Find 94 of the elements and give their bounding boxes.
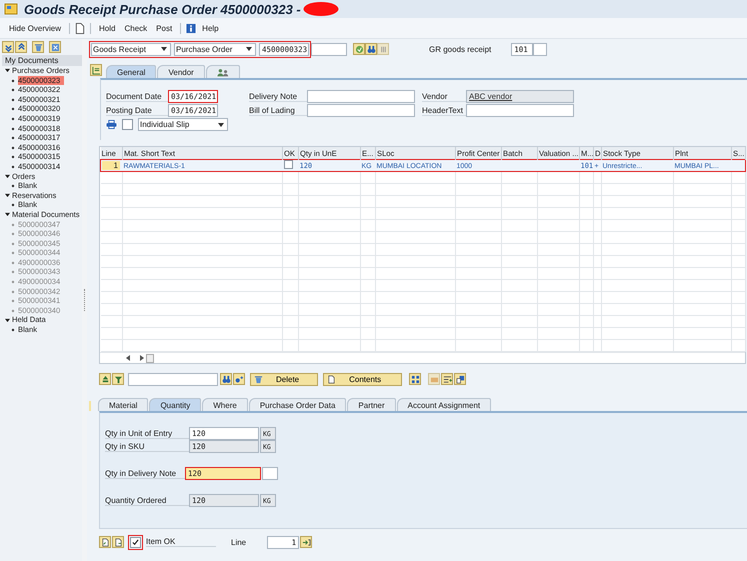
filter-icon[interactable] [112,373,124,385]
people-icon [216,68,229,76]
bullet-icon [11,290,15,294]
movement-label: GR goods receipt [429,44,492,54]
bullet-icon [11,155,15,160]
expand-arrow-icon[interactable] [5,174,10,179]
close-icon[interactable] [49,41,61,53]
caret-icon [246,47,252,51]
details-icon[interactable] [454,373,466,385]
document-icon [327,374,336,384]
ok-checkbox[interactable] [284,160,292,169]
reference-dropdown[interactable]: Purchase Order [174,42,256,56]
bullet-icon [11,328,15,332]
tab[interactable]: Where [202,398,248,411]
expand-arrow-icon[interactable] [5,318,10,323]
scroll-left-icon[interactable] [126,355,130,361]
expand-arrow-icon[interactable] [5,193,10,198]
search-field[interactable] [128,372,218,386]
bullet-icon [11,260,15,265]
tab[interactable]: Purchase Order Data [248,398,346,411]
sort-icon[interactable] [99,373,111,385]
bullet-icon [11,136,15,140]
execute-icon[interactable] [353,43,365,55]
bullet-icon [11,98,15,102]
horizontal-scrollbar[interactable] [100,352,745,363]
bullet-icon [11,280,15,284]
help-button[interactable]: Help [199,22,222,34]
checkbox-label: Item OK [146,537,216,547]
binoculars-icon[interactable] [365,43,377,55]
app-icon[interactable] [4,3,18,15]
empty-table-row[interactable] [100,172,746,184]
bullet-icon [11,270,15,274]
trash-icon[interactable] [32,41,44,53]
vendor-field[interactable]: ABC vendor [466,90,574,103]
binoculars-icon[interactable] [220,373,232,385]
bullet-icon [11,88,15,92]
toolbar-button[interactable]: Check [121,22,150,34]
bullet-icon [11,107,15,112]
caret-icon [218,122,224,126]
delete-button[interactable]: Delete [250,372,318,386]
bullet-icon [11,146,15,150]
tree-header: My Documents [2,55,82,66]
expand-arrow-icon[interactable] [5,212,10,218]
bullet-icon [11,184,15,188]
layout-icon[interactable] [90,64,102,76]
bullet-icon [11,203,15,208]
item-ok-checkbox[interactable] [130,536,141,548]
input-field[interactable] [307,90,415,103]
next-item-icon[interactable] [112,536,124,548]
grid-icon[interactable] [377,43,389,55]
bullet-icon [11,164,15,169]
tab[interactable]: Material [98,398,148,411]
bullet-icon [11,299,15,304]
partner-tab[interactable] [206,65,240,78]
unit-field[interactable] [262,467,278,480]
bullet-icon [11,126,15,131]
add-row-icon[interactable] [441,373,454,385]
movement-extra-field[interactable] [533,42,548,56]
tab[interactable]: General [106,65,156,78]
hide-overview-button[interactable]: Hide Overview [6,22,64,34]
bullet-icon [11,78,15,83]
scroll-thumb[interactable] [146,354,154,362]
bullet-icon [11,116,15,121]
new-document-icon[interactable] [75,22,86,34]
checkbox[interactable] [122,119,133,130]
input-field[interactable] [307,104,415,117]
trash-icon [254,374,263,384]
contents-button[interactable]: Contents [323,372,402,386]
scroll-right-icon[interactable] [140,355,144,361]
collapse-icon[interactable] [15,41,27,53]
item-field[interactable] [311,42,347,56]
bullet-icon [11,242,15,246]
printer-icon[interactable] [106,120,117,129]
line-number[interactable]: 1 [102,161,120,170]
tab[interactable]: Partner [347,398,396,411]
redaction-mark [302,2,339,16]
expand-arrow-icon[interactable] [5,68,10,74]
bullet-icon [11,222,15,226]
toolbar-button[interactable]: Post [153,22,176,34]
bullet-icon [11,308,15,313]
info-icon[interactable] [186,22,196,34]
tab[interactable]: Quantity [149,398,202,411]
field-label: Line [231,538,246,546]
window-title: Goods Receipt Purchase Order 4500000323 - [24,2,301,16]
bullet-icon [11,232,15,236]
caret-icon [161,47,167,51]
toolbar-button[interactable]: Hold [96,22,118,34]
previous-item-icon[interactable] [99,536,111,548]
slip-dropdown[interactable]: Individual Slip [138,118,228,131]
bullet-icon [11,251,15,256]
tab[interactable]: Vendor [157,65,205,78]
input-field[interactable] [466,104,574,117]
transaction-dropdown[interactable]: Goods Receipt [91,42,171,56]
tab[interactable]: Account Assignment [396,398,492,411]
